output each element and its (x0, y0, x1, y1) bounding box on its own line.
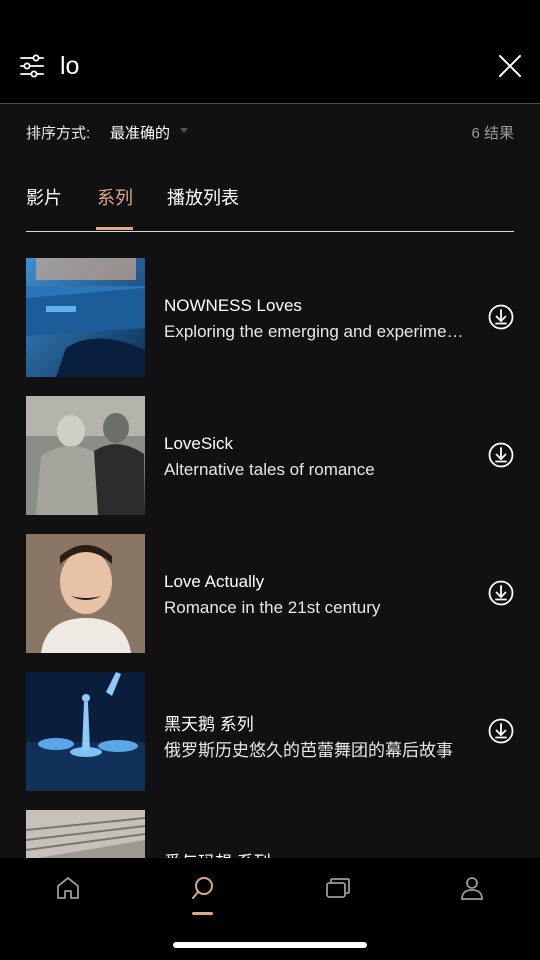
download-icon[interactable] (488, 580, 514, 606)
tab-bar: 影片 系列 播放列表 (26, 178, 514, 232)
item-title: 黑天鹅 系列 (164, 715, 254, 734)
sort-label: 排序方式: (26, 125, 91, 142)
series-thumbnail (26, 258, 145, 377)
download-icon[interactable] (488, 304, 514, 330)
series-thumbnail (26, 534, 145, 653)
download-icon[interactable] (488, 718, 514, 744)
list-item[interactable]: NOWNESS Loves Exploring the emerging and… (26, 258, 514, 378)
item-title: 爱与玛想 系列 (164, 848, 271, 858)
item-title: LoveSick (164, 434, 233, 453)
home-icon[interactable] (54, 874, 82, 902)
sort-bar: 排序方式: 最准确的 6 结果 (26, 118, 514, 144)
item-title: Love Actually (164, 572, 265, 591)
series-thumbnail (26, 672, 145, 791)
series-thumbnail (26, 396, 145, 515)
caret-down-icon[interactable] (180, 128, 188, 133)
result-count: 6 结果 (471, 125, 514, 142)
tab-films[interactable]: 影片 (26, 184, 62, 210)
search-header (0, 0, 540, 104)
item-subtitle: Alternative tales of romance (164, 460, 375, 479)
collections-icon[interactable] (324, 874, 352, 902)
list-item[interactable]: Love Actually Romance in the 21st centur… (26, 534, 514, 654)
item-subtitle: Romance in the 21st century (164, 598, 381, 617)
item-subtitle: Exploring the emerging and experimental (164, 322, 464, 341)
list-item[interactable]: 黑天鹅 系列 俄罗斯历史悠久的芭蕾舞团的幕后故事 (26, 672, 514, 792)
item-title: NOWNESS Loves (164, 296, 302, 315)
search-icon[interactable] (189, 874, 217, 902)
tab-playlists[interactable]: 播放列表 (167, 184, 239, 210)
series-thumbnail (26, 810, 145, 858)
download-icon[interactable] (488, 442, 514, 468)
search-input[interactable] (60, 47, 460, 85)
sort-dropdown[interactable]: 最准确的 (110, 122, 170, 143)
profile-icon[interactable] (458, 874, 486, 902)
nav-active-indicator (192, 912, 213, 915)
list-item[interactable]: 爱与玛想 系列 (26, 810, 514, 858)
list-item[interactable]: LoveSick Alternative tales of romance (26, 396, 514, 516)
home-indicator-bar[interactable] (173, 942, 367, 948)
close-icon[interactable] (496, 52, 524, 80)
tab-series[interactable]: 系列 (97, 184, 133, 210)
item-subtitle: 俄罗斯历史悠久的芭蕾舞团的幕后故事 (164, 741, 453, 760)
sliders-icon[interactable] (19, 53, 45, 79)
results-list: NOWNESS Loves Exploring the emerging and… (0, 258, 540, 858)
tab-active-indicator (96, 227, 133, 230)
bottom-navigation (0, 858, 540, 960)
